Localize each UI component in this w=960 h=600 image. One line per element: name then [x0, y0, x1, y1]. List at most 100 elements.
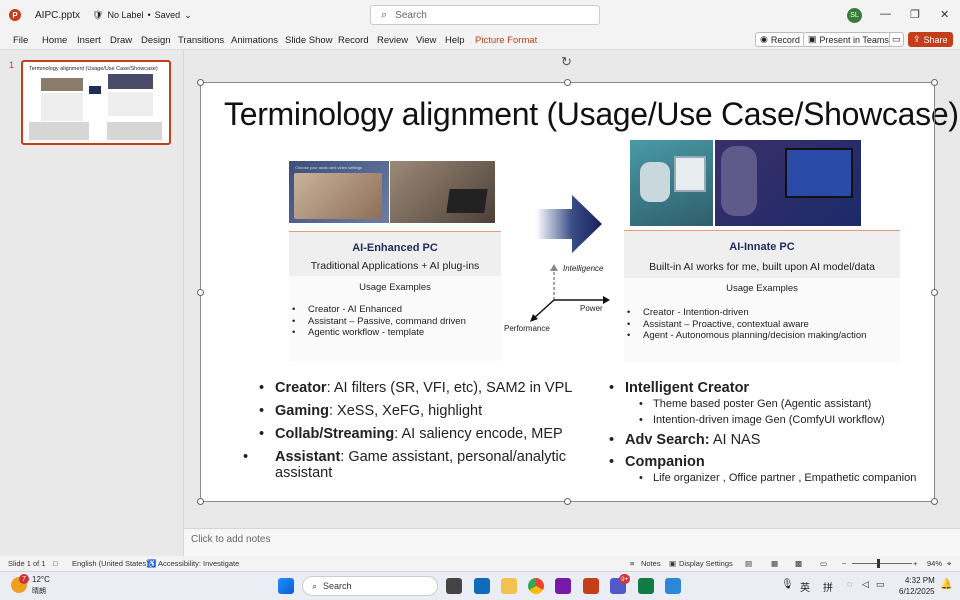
tab-record[interactable]: Record [338, 35, 369, 46]
restore-icon[interactable]: ❐ [910, 8, 920, 21]
chrome-icon[interactable] [528, 578, 544, 594]
display-icon: ▣ [669, 559, 677, 568]
search-input[interactable]: ⌕ Search [370, 5, 600, 25]
avatar[interactable]: SL [847, 8, 862, 23]
resize-handle[interactable] [931, 498, 938, 505]
tab-picture-format[interactable]: Picture Format [475, 35, 537, 46]
search-placeholder: Search [395, 9, 427, 21]
taskbar: 7 12°C 晴朗 ⌕ Search 9+ 🎙 英 拼 ◌ ◁ ▭ 4:32 P… [0, 571, 960, 600]
thumb-bullets-right [107, 122, 162, 140]
file-explorer-icon[interactable] [501, 578, 517, 594]
resize-handle[interactable] [564, 498, 571, 505]
resize-handle[interactable] [197, 498, 204, 505]
status-bar: Slide 1 of 1 □ English (United States) ♿… [0, 556, 960, 571]
resize-handle[interactable] [197, 79, 204, 86]
outline-view-icon[interactable]: ▦ [771, 559, 778, 568]
start-icon[interactable] [278, 578, 294, 594]
zoom-slider-thumb[interactable] [877, 559, 880, 568]
comments-button[interactable]: ▭ [889, 32, 904, 47]
photos-icon[interactable] [665, 578, 681, 594]
share-label: Share [923, 34, 948, 45]
zoom-out-icon[interactable]: − [842, 559, 846, 568]
tab-slide-show[interactable]: Slide Show [285, 35, 333, 46]
tab-animations[interactable]: Animations [231, 35, 278, 46]
thumbnail-number: 1 [9, 60, 15, 70]
fit-slide-icon[interactable]: ⌖ [947, 559, 951, 569]
accessibility-status[interactable]: Accessibility: Investigate [158, 559, 239, 568]
zoom-level[interactable]: 94% [927, 559, 942, 568]
temperature[interactable]: 12°C [32, 575, 50, 584]
thumb-panel-left [41, 93, 83, 121]
title-bar: P AIPC.pptx 🛡 No Label • Saved ⌄ ⌕ Searc… [0, 0, 960, 30]
resize-handle[interactable] [931, 79, 938, 86]
dot-separator: • [147, 10, 151, 20]
selection-frame[interactable] [200, 82, 935, 502]
chevron-down-icon: ⌄ [184, 9, 192, 20]
book-icon[interactable]: □ [53, 559, 58, 568]
label-text: No Label [107, 10, 144, 20]
outlook-icon[interactable] [474, 578, 490, 594]
thumb-bullets-left [29, 122, 89, 140]
wifi-icon[interactable]: ◌ [847, 579, 852, 589]
share-button[interactable]: ⇪ Share [908, 32, 953, 47]
tab-design[interactable]: Design [141, 35, 171, 46]
resize-handle[interactable] [564, 79, 571, 86]
tab-view[interactable]: View [416, 35, 436, 46]
tab-file[interactable]: File [13, 35, 28, 46]
minimize-icon[interactable]: — [880, 8, 891, 20]
shield-icon: 🛡 [92, 9, 104, 20]
clock-time[interactable]: 4:32 PM [905, 576, 935, 585]
notes-button[interactable]: Notes [641, 559, 661, 568]
ime-english[interactable]: 英 [800, 579, 810, 594]
language[interactable]: English (United States) [72, 559, 149, 568]
onenote-icon[interactable] [555, 578, 571, 594]
battery-icon[interactable]: ▭ [876, 579, 885, 590]
record-button[interactable]: ◉ Record [755, 32, 805, 47]
weather-text: 晴朗 [32, 588, 46, 595]
slide-thumbnail[interactable]: Terminology alignment (Usage/Use Case/Sh… [21, 60, 171, 145]
thumb-image-right [108, 74, 153, 89]
tab-review[interactable]: Review [377, 35, 408, 46]
tab-home[interactable]: Home [42, 35, 67, 46]
mic-icon[interactable]: 🎙 [781, 579, 794, 590]
resize-handle[interactable] [197, 289, 204, 296]
file-name[interactable]: AIPC.pptx [35, 10, 80, 21]
resize-handle[interactable] [931, 289, 938, 296]
ime-pinyin[interactable]: 拼 [823, 579, 833, 594]
zoom-in-icon[interactable]: + [913, 559, 917, 568]
reading-view-icon[interactable]: ▭ [820, 559, 827, 568]
record-icon: ◉ [760, 34, 768, 44]
excel-icon[interactable] [638, 578, 654, 594]
present-label: Present in Teams [819, 34, 889, 45]
powerpoint-icon[interactable] [583, 578, 599, 594]
display-settings[interactable]: Display Settings [679, 559, 733, 568]
taskbar-search[interactable]: ⌕ Search [302, 576, 438, 596]
zoom-slider[interactable] [852, 563, 912, 564]
slide-thumbnail-pane: 1 Terminology alignment (Usage/Use Case/… [0, 50, 184, 556]
tab-insert[interactable]: Insert [77, 35, 101, 46]
comment-icon: ▭ [892, 34, 901, 44]
saved-status: Saved [154, 10, 181, 20]
search-icon: ⌕ [312, 580, 318, 591]
clock-date[interactable]: 6/12/2025 [899, 587, 935, 596]
thumb-panel-right [108, 92, 153, 116]
search-icon: ⌕ [381, 8, 388, 21]
tab-help[interactable]: Help [445, 35, 465, 46]
normal-view-icon[interactable]: ▤ [745, 559, 752, 568]
notes-pane[interactable]: Click to add notes [184, 528, 960, 556]
task-view-icon[interactable] [446, 578, 462, 594]
tab-draw[interactable]: Draw [110, 35, 132, 46]
present-in-teams-button[interactable]: ▣ Present in Teams [803, 32, 894, 47]
sorter-view-icon[interactable]: ▩ [795, 559, 802, 568]
accessibility-icon: ♿ [147, 559, 157, 568]
sensitivity-label[interactable]: 🛡 No Label • Saved ⌄ [92, 10, 192, 21]
powerpoint-logo-icon: P [9, 9, 21, 21]
tab-transitions[interactable]: Transitions [178, 35, 224, 46]
notification-bell-icon[interactable]: 🔔 [940, 579, 952, 590]
volume-icon[interactable]: ◁ [862, 579, 869, 590]
close-icon[interactable]: ✕ [940, 8, 949, 21]
notes-icon: ≡ [630, 559, 635, 568]
rotate-handle-icon[interactable]: ↻ [561, 54, 572, 70]
thumb-arrow [89, 86, 101, 94]
taskbar-search-label: Search [323, 581, 352, 591]
